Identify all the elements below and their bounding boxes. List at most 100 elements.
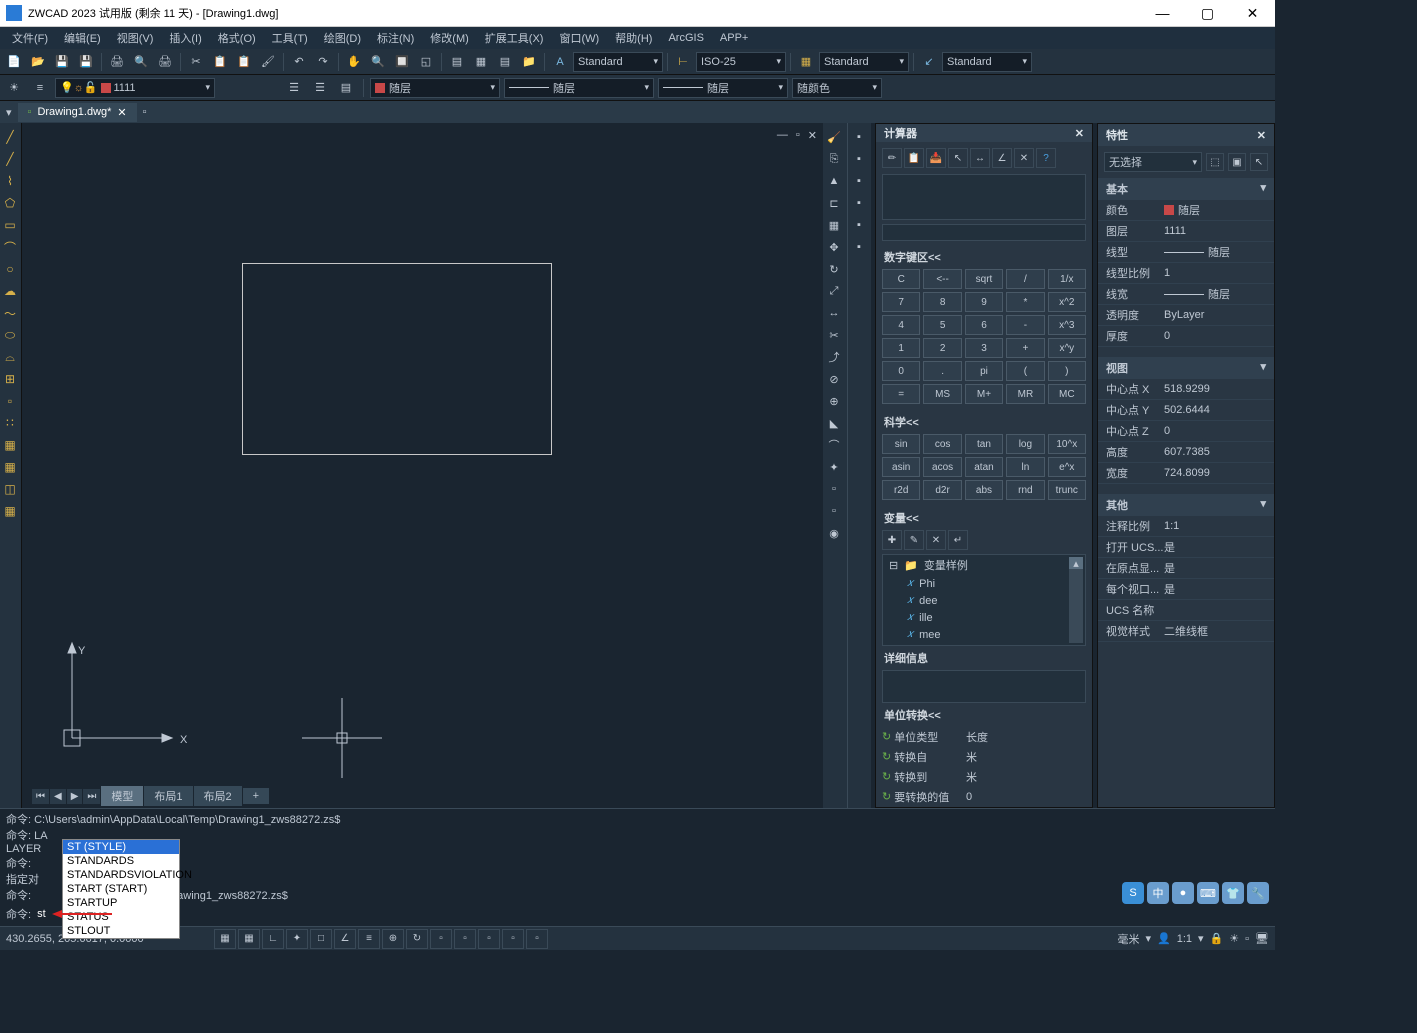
calc-key-[interactable]: ) — [1048, 361, 1086, 381]
block-icon[interactable]: ▫ — [0, 391, 20, 411]
preview-icon[interactable]: 🔍 — [130, 51, 152, 73]
copy-obj-icon[interactable]: ⎘ — [823, 149, 845, 169]
property-row[interactable]: 厚度0 — [1098, 326, 1274, 347]
osnap-toggle[interactable]: □ — [310, 929, 332, 949]
ime-skin-icon[interactable]: 👕 — [1222, 882, 1244, 904]
property-row[interactable]: 线型比例1 — [1098, 263, 1274, 284]
numeric-section-header[interactable]: 数字键区<< — [876, 245, 1092, 269]
snap-toggle[interactable]: ▦ — [214, 929, 236, 949]
tab-model[interactable]: 模型 — [101, 786, 143, 806]
property-row[interactable]: 线宽 随层 — [1098, 284, 1274, 305]
calc-angle-icon[interactable]: ∠ — [992, 148, 1012, 168]
panel-close-icon[interactable]: ✕ — [1257, 129, 1266, 142]
order1-icon[interactable]: ▪ — [848, 127, 870, 147]
order3-icon[interactable]: ▪ — [848, 171, 870, 191]
hatch-icon[interactable]: ▦ — [0, 435, 20, 455]
order5-icon[interactable]: ▪ — [848, 215, 870, 235]
tool-b-icon[interactable]: ▫ — [823, 501, 845, 521]
property-row[interactable]: UCS 名称 — [1098, 600, 1274, 621]
panel-close-icon[interactable]: ✕ — [1075, 127, 1084, 140]
calc-key-[interactable]: . — [923, 361, 961, 381]
misc4-toggle[interactable]: ▫ — [526, 929, 548, 949]
calc-key-[interactable]: / — [1006, 269, 1044, 289]
menu-edit[interactable]: 编辑(E) — [56, 30, 109, 46]
var-item[interactable]: 𝑥dee — [883, 592, 1085, 609]
tab-add[interactable]: + — [243, 788, 269, 804]
sb-icon1[interactable]: 🔒 — [1210, 932, 1224, 945]
autocomplete-item[interactable]: STANDARDS — [63, 854, 179, 868]
property-row[interactable]: 每个视口...是 — [1098, 579, 1274, 600]
property-row[interactable]: 注释比例1:1 — [1098, 516, 1274, 537]
property-row[interactable]: 中心点 Y502.6444 — [1098, 400, 1274, 421]
tab-next-icon[interactable]: ▶ — [67, 789, 83, 804]
cycle-toggle[interactable]: ↻ — [406, 929, 428, 949]
pickadd-icon[interactable]: ▣ — [1228, 153, 1246, 171]
publish-icon[interactable]: 🖨 — [154, 51, 176, 73]
calc-key-abs[interactable]: abs — [965, 480, 1003, 500]
command-window[interactable]: 命令: C:\Users\admin\AppData\Local\Temp\Dr… — [0, 808, 1275, 926]
polar-toggle[interactable]: ✦ — [286, 929, 308, 949]
var-edit-icon[interactable]: ✎ — [904, 530, 924, 550]
copy-icon[interactable]: 📋 — [209, 51, 231, 73]
calc-key-sin[interactable]: sin — [882, 434, 920, 454]
calc-key-8[interactable]: 8 — [923, 292, 961, 312]
break-icon[interactable]: ⊘ — [823, 369, 845, 389]
property-row[interactable]: 透明度ByLayer — [1098, 305, 1274, 326]
unitconv-section-header[interactable]: 单位转换<< — [876, 703, 1092, 727]
calc-key-7[interactable]: 7 — [882, 292, 920, 312]
calc-key-C[interactable]: C — [882, 269, 920, 289]
fillet-icon[interactable]: ⌒ — [823, 435, 845, 455]
layer-tool-icon2[interactable]: ☰ — [309, 77, 331, 99]
extend-icon[interactable]: ⤴ — [823, 347, 845, 367]
section-basic[interactable]: 基本▾ — [1098, 178, 1274, 200]
open-icon[interactable]: 📂 — [27, 51, 49, 73]
calc-key-[interactable]: * — [1006, 292, 1044, 312]
calc-key-ln[interactable]: ln — [1006, 457, 1044, 477]
var-item[interactable]: 𝑥ille — [883, 609, 1085, 626]
viewport-minimize-icon[interactable]: — — [777, 129, 788, 142]
calc-key-rnd[interactable]: rnd — [1006, 480, 1044, 500]
linetype-dropdown[interactable]: 随层▾ — [504, 78, 654, 98]
plot-icon[interactable]: 🖨 — [106, 51, 128, 73]
saveas-icon[interactable]: 💾 — [75, 51, 97, 73]
autocomplete-item[interactable]: START (START) — [63, 882, 179, 896]
calc-key-MR[interactable]: MR — [1006, 384, 1044, 404]
order6-icon[interactable]: ▪ — [848, 237, 870, 257]
calc-key-log[interactable]: log — [1006, 434, 1044, 454]
close-icon[interactable]: ✕ — [117, 106, 126, 119]
ellipsearc-icon[interactable]: ⌓ — [0, 347, 20, 367]
tab-prev-icon[interactable]: ◀ — [50, 789, 66, 804]
tablestyle-dropdown[interactable]: Standard▾ — [819, 52, 909, 72]
property-row[interactable]: 在原点显...是 — [1098, 558, 1274, 579]
calc-key-d2r[interactable]: d2r — [923, 480, 961, 500]
grid-toggle[interactable]: ▦ — [238, 929, 260, 949]
calc-key-10^x[interactable]: 10^x — [1048, 434, 1086, 454]
selectobj-icon[interactable]: ↖ — [1250, 153, 1268, 171]
autocomplete-item[interactable]: STLOUT — [63, 924, 179, 938]
calc-key-pi[interactable]: pi — [965, 361, 1003, 381]
menu-view[interactable]: 视图(V) — [109, 30, 162, 46]
calc-key-sqrt[interactable]: sqrt — [965, 269, 1003, 289]
annoscale-icon[interactable]: 👤 — [1157, 932, 1171, 945]
quickselect-icon[interactable]: ⬚ — [1206, 153, 1224, 171]
stretch-icon[interactable]: ↔ — [823, 303, 845, 323]
xline-icon[interactable]: ╱ — [0, 149, 20, 169]
var-del-icon[interactable]: ✕ — [926, 530, 946, 550]
sb-icon2[interactable]: ☀ — [1229, 932, 1239, 945]
selection-dropdown[interactable]: 无选择▾ — [1104, 152, 1202, 172]
property-row[interactable]: 打开 UCS...是 — [1098, 537, 1274, 558]
join-icon[interactable]: ⊕ — [823, 391, 845, 411]
property-row[interactable]: 视觉样式二维线框 — [1098, 621, 1274, 642]
calc-key-1[interactable]: 1 — [882, 338, 920, 358]
calc-key-5[interactable]: 5 — [923, 315, 961, 335]
calc-int-icon[interactable]: ✕ — [1014, 148, 1034, 168]
revcloud-icon[interactable]: ☁ — [0, 281, 20, 301]
move-icon[interactable]: ✥ — [823, 237, 845, 257]
doctab-menu-icon[interactable]: ▾ — [0, 106, 18, 119]
property-row[interactable]: 中心点 Z0 — [1098, 421, 1274, 442]
calc-key-M[interactable]: M+ — [965, 384, 1003, 404]
layer-tool-icon3[interactable]: ▤ — [335, 77, 357, 99]
calc-key-6[interactable]: 6 — [965, 315, 1003, 335]
lwt-toggle[interactable]: ≡ — [358, 929, 380, 949]
model-toggle[interactable]: ▫ — [430, 929, 452, 949]
